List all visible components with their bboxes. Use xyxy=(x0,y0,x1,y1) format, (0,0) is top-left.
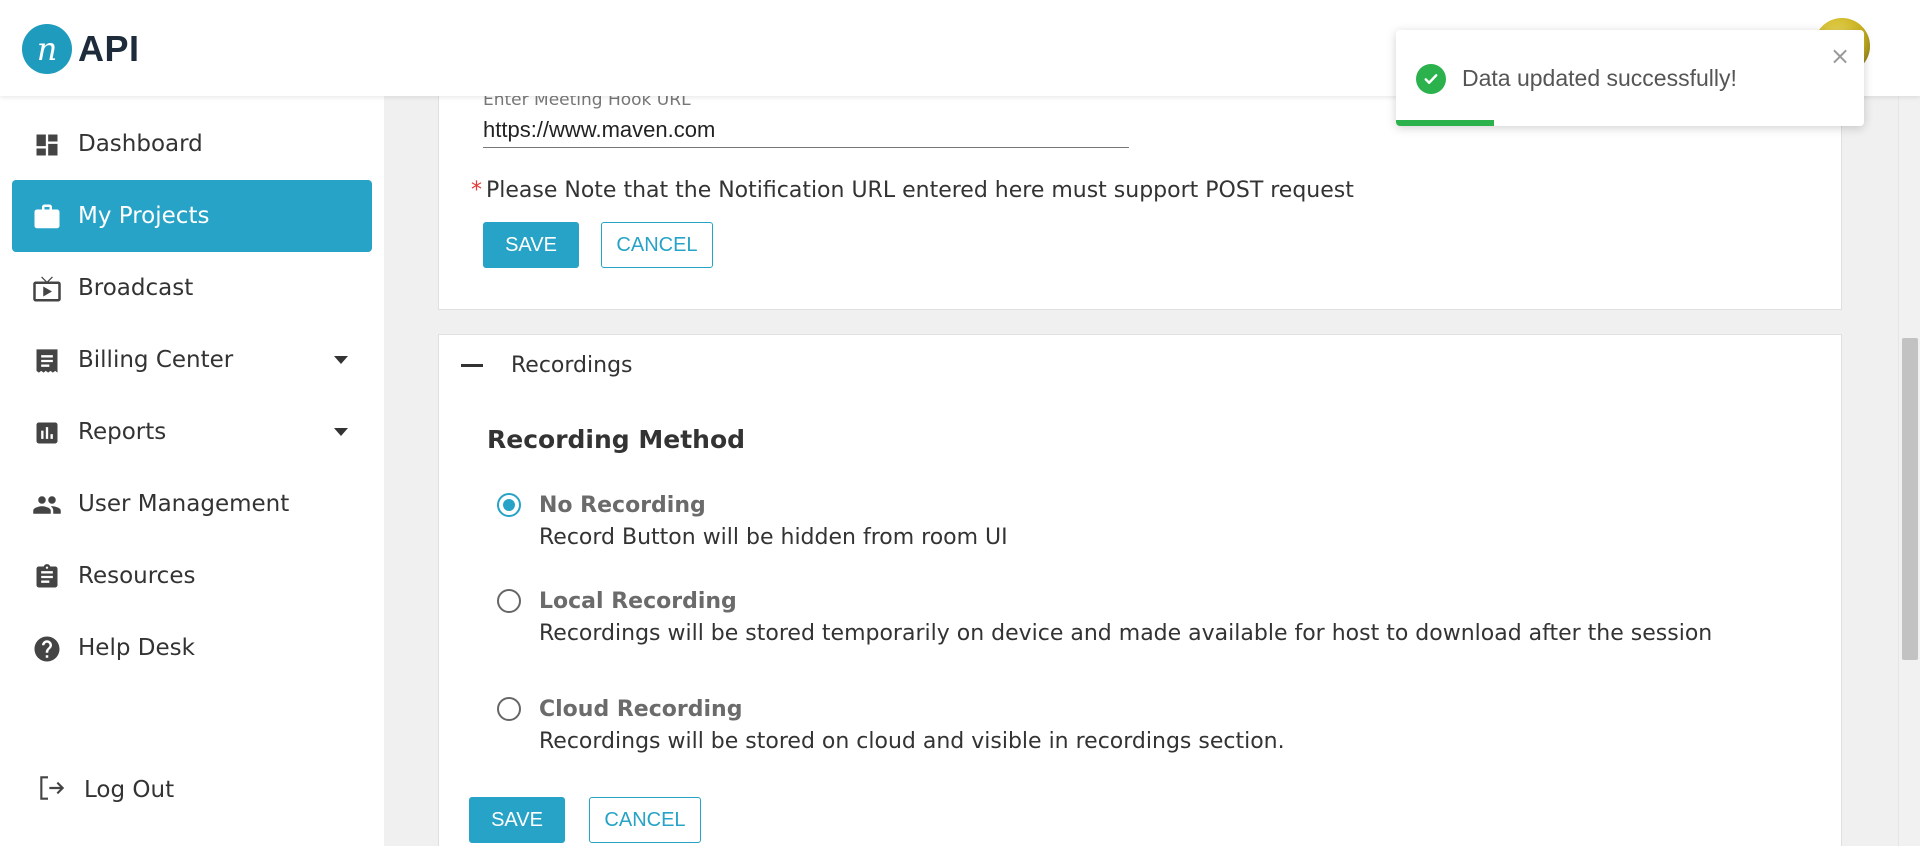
recordings-cancel-button[interactable]: CANCEL xyxy=(589,797,701,843)
sidebar-item-resources[interactable]: Resources xyxy=(12,540,372,612)
note-text: Please Note that the Notification URL en… xyxy=(486,178,1354,203)
sidebar-item-label: Reports xyxy=(78,419,167,445)
dashboard-icon xyxy=(32,130,62,160)
sidebar-item-label: My Projects xyxy=(78,203,210,229)
chevron-down-icon[interactable] xyxy=(334,428,348,436)
sidebar-item-reports[interactable]: Reports xyxy=(12,396,372,468)
cloud-recording-desc: Recordings will be stored on cloud and v… xyxy=(539,729,1285,754)
cloud-recording-radio[interactable] xyxy=(497,697,521,721)
sidebar-item-user-management[interactable]: User Management xyxy=(12,468,372,540)
logo-text: API xyxy=(78,28,140,69)
app-logo[interactable]: n API xyxy=(22,24,140,74)
local-recording-radio[interactable] xyxy=(497,589,521,613)
sidebar-item-label: User Management xyxy=(78,491,290,517)
toast-progress-bar xyxy=(1396,120,1495,126)
local-recording-desc: Recordings will be stored temporarily on… xyxy=(539,621,1713,646)
sidebar-item-dashboard[interactable]: Dashboard xyxy=(12,108,372,180)
sidebar-item-label: Broadcast xyxy=(78,275,194,301)
sidebar-item-label: Resources xyxy=(78,563,196,589)
users-icon xyxy=(32,490,62,520)
collapse-icon[interactable] xyxy=(461,364,483,367)
main-content: Enter Meeting Hook URL *Please Note that… xyxy=(384,86,1898,846)
cloud-recording-title[interactable]: Cloud Recording xyxy=(539,697,742,722)
no-recording-title[interactable]: No Recording xyxy=(539,493,706,518)
toast-message: Data updated successfully! xyxy=(1462,65,1737,91)
hook-save-button[interactable]: SAVE xyxy=(483,222,579,268)
post-request-note: * Please Note that the Notification URL e… xyxy=(471,178,1354,203)
local-recording-title[interactable]: Local Recording xyxy=(539,589,737,614)
recording-method-title: Recording Method xyxy=(487,425,746,454)
required-asterisk: * xyxy=(471,178,482,203)
success-toast: Data updated successfully! × xyxy=(1396,30,1864,126)
recordings-header[interactable]: Recordings xyxy=(439,335,1841,397)
briefcase-icon xyxy=(32,202,62,232)
receipt-icon xyxy=(32,346,62,376)
bar-chart-icon xyxy=(32,418,62,448)
recordings-save-button[interactable]: SAVE xyxy=(469,797,565,843)
logout-button[interactable]: Log Out xyxy=(36,772,174,808)
recordings-title: Recordings xyxy=(511,353,633,378)
no-recording-radio[interactable] xyxy=(497,493,521,517)
logo-mark: n xyxy=(22,24,72,74)
sidebar-item-my-projects[interactable]: My Projects xyxy=(12,180,372,252)
scrollbar-thumb[interactable] xyxy=(1902,338,1918,660)
sidebar-item-billing-center[interactable]: Billing Center xyxy=(12,324,372,396)
meeting-hook-url-input[interactable] xyxy=(483,112,1129,148)
hook-cancel-button[interactable]: CANCEL xyxy=(601,222,713,268)
logout-label: Log Out xyxy=(84,777,175,803)
chevron-down-icon[interactable] xyxy=(334,356,348,364)
logout-icon xyxy=(36,772,68,808)
help-icon xyxy=(32,634,62,664)
sidebar-item-label: Help Desk xyxy=(78,635,195,661)
clipboard-icon xyxy=(32,562,62,592)
sidebar-item-label: Dashboard xyxy=(78,131,203,157)
close-icon[interactable]: × xyxy=(1830,42,1850,70)
sidebar-item-help-desk[interactable]: Help Desk xyxy=(12,612,372,684)
recordings-panel: Recordings Recording Method No Recording… xyxy=(438,334,1842,846)
sidebar: Dashboard My Projects Broadcast Billing … xyxy=(0,96,384,846)
sidebar-item-broadcast[interactable]: Broadcast xyxy=(12,252,372,324)
no-recording-desc: Record Button will be hidden from room U… xyxy=(539,525,1008,550)
page-scrollbar[interactable] xyxy=(1898,96,1920,846)
broadcast-icon xyxy=(32,274,62,304)
sidebar-item-label: Billing Center xyxy=(78,347,234,373)
check-circle-icon xyxy=(1416,64,1446,94)
